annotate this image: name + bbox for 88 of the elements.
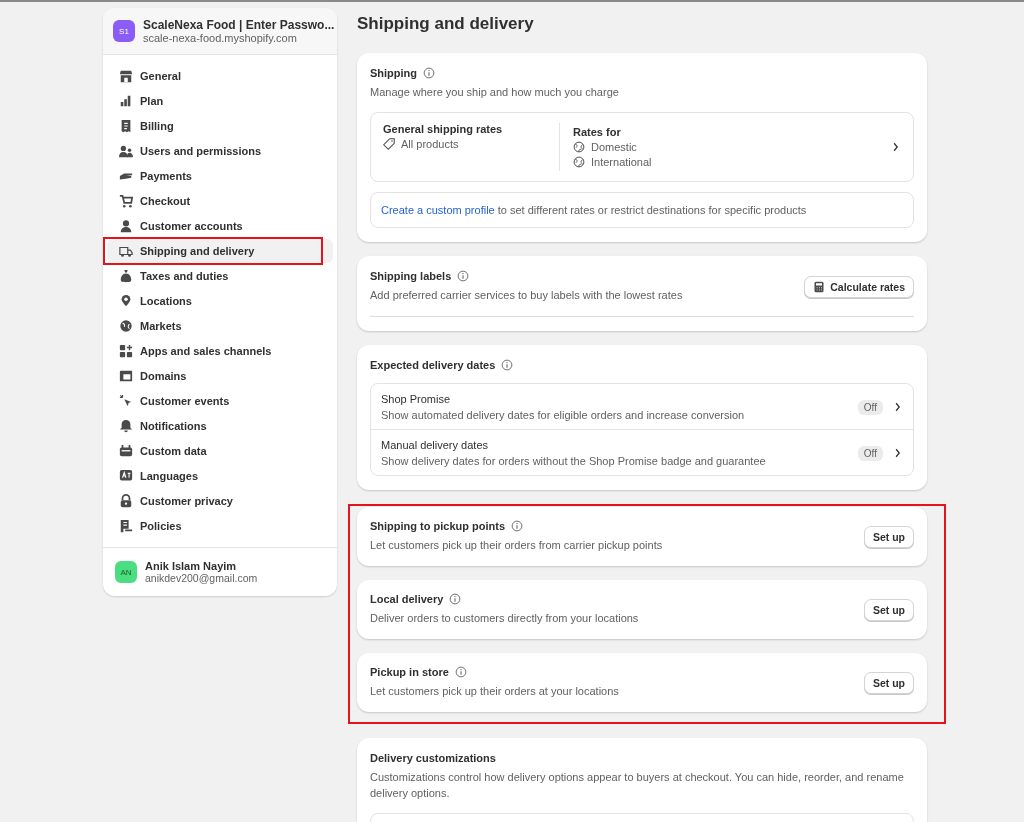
status-badge: Off — [857, 399, 883, 415]
globe-icon — [573, 156, 585, 168]
rate-region: International — [591, 156, 652, 168]
sidebar-item[interactable]: Billing — [107, 114, 333, 138]
card-description: Add preferred carrier services to buy labels with the lowest rates — [370, 288, 683, 303]
setup-button[interactable]: Set up — [863, 525, 914, 548]
user-email: anikdev200@gmail.com — [145, 572, 258, 584]
store-name: ScaleNexa Food | Enter Passwo... — [143, 18, 335, 32]
info-icon — [457, 270, 470, 282]
card-title: Expected delivery dates — [370, 359, 496, 371]
cart-icon — [119, 194, 133, 208]
chevron-right-icon — [891, 142, 901, 152]
status-badge: Off — [857, 445, 883, 461]
tag-icon — [383, 138, 395, 150]
info-icon — [449, 593, 462, 605]
rates-title: Rates for — [573, 126, 622, 138]
card-description: Manage where you ship and how much you charge — [370, 85, 620, 100]
card-title: Pickup in store — [370, 666, 449, 678]
receipt-icon — [119, 119, 133, 133]
bar-chart-icon — [119, 94, 133, 108]
store-domain: scale-nexa-food.myshopify.com — [143, 32, 298, 44]
apps-icon — [119, 344, 133, 358]
truck-icon — [119, 244, 133, 258]
store-icon — [119, 69, 133, 83]
card-title: Shipping to pickup points — [370, 520, 506, 532]
setup-button[interactable]: Set up — [863, 671, 914, 694]
window-icon — [119, 369, 133, 383]
sidebar-item[interactable]: Notifications — [107, 414, 333, 438]
setting-title: Manual delivery dates — [381, 439, 489, 451]
store-header[interactable]: S1 ScaleNexa Food | Enter Passwo... scale-nexa-food.myshopify.com — [103, 8, 337, 55]
info-icon — [423, 67, 436, 79]
setup-button[interactable]: Set up — [863, 598, 914, 621]
card-title: Shipping — [370, 67, 418, 79]
sidebar-item[interactable]: Languages — [107, 464, 333, 488]
globe-icon — [119, 319, 133, 333]
sidebar-item[interactable]: Plan — [107, 89, 333, 113]
sidebar-item[interactable]: Customer events — [107, 389, 333, 413]
chevron-right-icon — [893, 402, 903, 412]
card-description: Customizations control how delivery options appear to buyers at checkout. You can hide, reorder, and rename delivery options. — [370, 770, 905, 801]
calculator-icon — [813, 280, 826, 293]
sidebar-item[interactable]: Customer accounts — [107, 214, 333, 238]
person-icon — [119, 219, 133, 233]
sidebar-item[interactable]: Custom data — [107, 439, 333, 463]
create-profile-link[interactable]: Create a custom profile — [381, 204, 495, 216]
info-icon — [501, 359, 514, 371]
setting-title: Shop Promise — [381, 393, 452, 405]
card-description: Let customers pick up their orders at your locations — [370, 684, 619, 699]
user-name: Anik Islam Nayim — [145, 560, 238, 572]
sidebar-item[interactable]: Apps and sales channels — [107, 339, 333, 363]
setting-description: Show automated delivery dates for eligible orders and increase conversion — [381, 409, 746, 421]
sidebar-item[interactable]: Users and permissions — [107, 139, 333, 163]
card-title: Delivery customizations — [370, 752, 496, 764]
info-icon — [454, 666, 467, 678]
products-label: All products — [401, 138, 459, 150]
sidebar-item[interactable]: Markets — [107, 314, 333, 338]
sidebar-item[interactable]: Checkout — [107, 189, 333, 213]
cursor-icon — [119, 394, 133, 408]
sidebar-item[interactable]: Domains — [107, 364, 333, 388]
sidebar-item[interactable]: General — [107, 64, 333, 88]
rate-region: Domestic — [591, 141, 637, 153]
location-pin-icon — [119, 294, 133, 308]
chevron-right-icon — [893, 448, 903, 458]
store-avatar: S1 — [113, 20, 135, 42]
card-description: Deliver orders to customers directly from your locations — [370, 611, 639, 626]
custom-profile-note: Create a custom profile to set different rates or restrict destinations for specific products — [381, 204, 808, 216]
translate-icon — [119, 469, 133, 483]
setting-description: Show delivery dates for orders without the Shop Promise badge and guarantee — [381, 455, 767, 467]
sidebar-item[interactable]: Customer privacy — [107, 489, 333, 513]
calculate-rates-button[interactable]: Calculate rates — [804, 275, 914, 298]
card-title: Local delivery — [370, 593, 444, 605]
sidebar-item[interactable]: Locations — [107, 289, 333, 313]
info-icon — [511, 520, 524, 532]
card-description: Let customers pick up their orders from carrier pickup points — [370, 538, 663, 553]
document-icon — [119, 519, 133, 533]
lock-icon — [119, 494, 133, 508]
shipping-profile-row[interactable]: General shipping rates All products Rates for Domestic International — [370, 112, 914, 182]
profile-title: General shipping rates — [383, 123, 504, 135]
card-title: Shipping labels — [370, 270, 452, 282]
sidebar-item[interactable]: Payments — [107, 164, 333, 188]
bell-icon — [119, 419, 133, 433]
money-bag-icon — [119, 269, 133, 283]
users-icon — [119, 144, 133, 158]
sidebar-item[interactable]: Taxes and duties — [107, 264, 333, 288]
globe-icon — [573, 141, 585, 153]
page-title: Shipping and delivery — [357, 14, 535, 34]
user-avatar: AN — [115, 561, 137, 583]
calendar-icon — [119, 444, 133, 458]
sidebar-item[interactable]: Policies — [107, 514, 333, 538]
